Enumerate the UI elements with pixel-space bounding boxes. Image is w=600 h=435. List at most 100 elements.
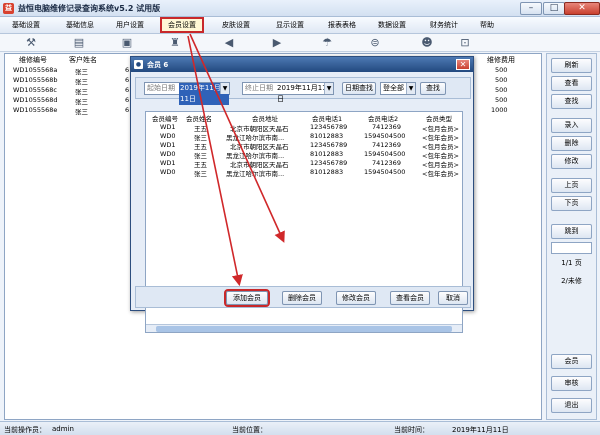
menu-help[interactable]: 帮助 (480, 20, 494, 30)
find-button[interactable]: 查找 (551, 94, 592, 109)
menu-member-settings[interactable]: 会员设置 (160, 17, 204, 33)
table-row-name[interactable]: 张三 (75, 66, 88, 76)
menu-user-settings[interactable]: 用户设置 (116, 20, 144, 30)
menu-finance[interactable]: 财务统计 (430, 20, 458, 30)
dialog-close-button[interactable]: ✕ (456, 59, 470, 70)
table-row-name[interactable]: 张三 (194, 168, 207, 178)
table-row-phone2[interactable]: 1594504500 (364, 150, 405, 158)
table-row-address[interactable]: 黑龙江哈尔滨市南... (226, 168, 284, 178)
modify-button[interactable]: 修改 (551, 154, 592, 169)
delete-member-button[interactable]: 删除会员 (282, 291, 322, 305)
horizontal-scrollbar[interactable] (146, 324, 462, 332)
table-row-type[interactable]: <包年会员> (422, 168, 459, 178)
table-row-id[interactable]: WD0 (160, 168, 176, 176)
prev-page-button[interactable]: 上页 (551, 178, 592, 193)
table-row-col3[interactable]: 6 (125, 106, 129, 114)
table-row-id[interactable]: WD1 (160, 159, 176, 167)
table-row-phone1[interactable]: 123456789 (310, 123, 347, 131)
member-dialog: ● 会员 6 ✕ 起始日期 2019年11月11日 ▼ 终止日期 2019年11… (130, 56, 474, 333)
scrollbar-thumb[interactable] (156, 326, 452, 332)
menu-basic-settings[interactable]: 基础设置 (12, 20, 40, 30)
member-type-select[interactable]: 登全部 ▼ (380, 82, 416, 95)
page-number-input[interactable] (551, 242, 592, 254)
menu-skin-settings[interactable]: 皮肤设置 (222, 20, 250, 30)
end-date-field[interactable]: 终止日期 2019年11月11日 ▼ (242, 82, 334, 103)
table-row-id[interactable]: WD1055568d (13, 96, 58, 104)
table-row-phone2[interactable]: 7412369 (372, 159, 401, 167)
table-row-id[interactable]: WD0 (160, 150, 176, 158)
table-row-phone1[interactable]: 81012883 (310, 132, 343, 140)
table-row-phone2[interactable]: 7412369 (372, 123, 401, 131)
table-row-id[interactable]: WD1055568a (13, 66, 57, 74)
chevron-down-icon[interactable]: ▼ (406, 83, 415, 94)
table-row-id[interactable]: WD1 (160, 141, 176, 149)
table-row-fee[interactable]: 1000 (491, 106, 508, 114)
users-icon[interactable]: ☻ (420, 36, 434, 50)
table-row-phone2[interactable]: 7412369 (372, 141, 401, 149)
chevron-down-icon[interactable]: ▼ (324, 83, 333, 94)
enter-button[interactable]: 录入 (551, 118, 592, 133)
table-row-phone1[interactable]: 81012883 (310, 168, 343, 176)
arrow-left-icon[interactable]: ◀ (222, 36, 236, 50)
umbrella-icon[interactable]: ☂ (320, 36, 334, 50)
computer-icon[interactable]: ▣ (120, 36, 134, 50)
add-member-button[interactable]: 添加会员 (224, 289, 270, 307)
table-row-fee[interactable]: 500 (495, 76, 507, 84)
menu-bar: 基础设置 基础信息 用户设置 会员设置 皮肤设置 显示设置 报表表格 数据设置 … (0, 17, 600, 34)
table-row-id[interactable]: WD1 (160, 123, 176, 131)
member-button[interactable]: 会员 (551, 354, 592, 369)
title-bar: 益 益恒电脑维修记录查询系统v5.2 试用版 – □ ✕ (0, 0, 600, 17)
table-row-name[interactable]: 张三 (75, 76, 88, 86)
exit-icon[interactable]: ⊡ (458, 36, 472, 50)
table-row-col3[interactable]: 6 (125, 66, 129, 74)
search-button[interactable]: 查找 (420, 82, 446, 95)
table-row-phone1[interactable]: 123456789 (310, 159, 347, 167)
cancel-button[interactable]: 取消 (438, 291, 468, 305)
member-dialog-icon: ● (134, 60, 143, 69)
arrow-right-icon[interactable]: ▶ (270, 36, 284, 50)
table-row-col3[interactable]: 6 (125, 86, 129, 94)
jump-to-button[interactable]: 跳到 (551, 224, 592, 239)
menu-report-tables[interactable]: 报表表格 (328, 20, 356, 30)
right-button-panel: 刷新 查看 查找 录入 删除 修改 上页 下页 跳到 1/1 页 2/未修 会员… (546, 53, 597, 420)
view-button[interactable]: 查看 (551, 76, 592, 91)
table-row-phone2[interactable]: 1594504500 (364, 168, 405, 176)
table-row-col3[interactable]: 6 (125, 96, 129, 104)
tool-icon[interactable]: ⚒ (24, 36, 38, 50)
member-icon[interactable]: ♜ (168, 36, 182, 50)
start-date-field[interactable]: 起始日期 2019年11月11日 ▼ (144, 82, 230, 105)
date-search-button[interactable]: 日期查找 (342, 82, 376, 95)
refresh-button[interactable]: 刷新 (551, 58, 592, 73)
table-row-id[interactable]: WD1055568e (13, 106, 57, 114)
table-row-phone1[interactable]: 123456789 (310, 141, 347, 149)
table-row-id[interactable]: WD0 (160, 132, 176, 140)
modify-member-button[interactable]: 修改会员 (336, 291, 376, 305)
table-row-id[interactable]: WD1055568c (13, 86, 57, 94)
audit-button[interactable]: 审核 (551, 376, 592, 391)
printer-icon[interactable]: ▤ (72, 36, 86, 50)
table-row-name[interactable]: 张三 (75, 106, 88, 116)
delete-button[interactable]: 删除 (551, 136, 592, 151)
table-row-fee[interactable]: 500 (495, 96, 507, 104)
menu-data-settings[interactable]: 数据设置 (378, 20, 406, 30)
position-label: 当前位置： (232, 426, 267, 434)
dialog-title-bar: ● 会员 6 ✕ (131, 57, 473, 72)
gauge-icon[interactable]: ⊜ (368, 36, 382, 50)
maximize-button[interactable]: □ (543, 2, 565, 15)
exit-button[interactable]: 退出 (551, 398, 592, 413)
menu-display-settings[interactable]: 显示设置 (276, 20, 304, 30)
minimize-button[interactable]: – (520, 2, 542, 15)
table-row-id[interactable]: WD1055568b (13, 76, 58, 84)
close-button[interactable]: ✕ (564, 2, 600, 15)
table-row-phone1[interactable]: 81012883 (310, 150, 343, 158)
table-row-phone2[interactable]: 1594504500 (364, 132, 405, 140)
next-page-button[interactable]: 下页 (551, 196, 592, 211)
menu-basic-info[interactable]: 基础信息 (66, 20, 94, 30)
table-row-col3[interactable]: 6 (125, 76, 129, 84)
table-row-fee[interactable]: 500 (495, 66, 507, 74)
chevron-down-icon[interactable]: ▼ (220, 83, 229, 94)
view-member-button[interactable]: 查看会员 (390, 291, 430, 305)
table-row-name[interactable]: 张三 (75, 86, 88, 96)
table-row-fee[interactable]: 500 (495, 86, 507, 94)
table-row-name[interactable]: 张三 (75, 96, 88, 106)
